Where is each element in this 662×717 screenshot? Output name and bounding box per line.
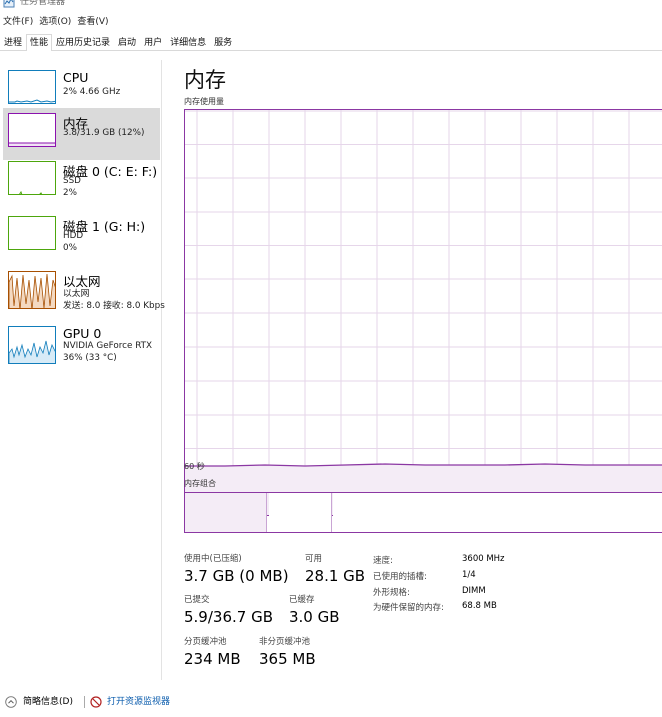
- memory-detail-panel: 内存 内存使用量 60 秒 内存组合 使用中(已压缩) 3.7 GB (0 MB…: [184, 60, 662, 680]
- sidebar-item-usage: 2%: [63, 188, 77, 198]
- form-factor-value: DIMM: [462, 586, 486, 596]
- sidebar-item-disk-1[interactable]: 磁盘 1 (G: H:) HDD 0%: [3, 211, 160, 263]
- menu-options[interactable]: 选项(O): [36, 14, 74, 30]
- tab-services[interactable]: 服务: [210, 34, 236, 50]
- cpu-thumbnail-graph: [8, 70, 56, 104]
- sidebar-item-gpu-0[interactable]: GPU 0 NVIDIA GeForce RTX 36% (33 °C): [3, 321, 160, 373]
- tab-bar: 进程 性能 应用历史记录 启动 用户 详细信息 服务: [0, 34, 662, 51]
- footer-bar: 简略信息(D) 打开资源监视器: [0, 693, 662, 713]
- hardware-reserved-value: 68.8 MB: [462, 601, 497, 611]
- committed-label: 已提交: [184, 595, 210, 605]
- sidebar-item-detail: 2% 4.66 GHz: [63, 87, 121, 97]
- resource-monitor-icon: [90, 696, 102, 708]
- sidebar-item-throughput: 发送: 8.0 接收: 8.0 Kbps: [63, 301, 165, 311]
- sidebar-item-ethernet[interactable]: 以太网 以太网 发送: 8.0 接收: 8.0 Kbps: [3, 266, 165, 318]
- in-use-label: 使用中(已压缩): [184, 554, 242, 564]
- fewer-details-button[interactable]: 简略信息(D): [23, 696, 73, 708]
- menu-file[interactable]: 文件(F): [0, 14, 36, 30]
- sidebar-item-detail: HDD: [63, 231, 84, 241]
- menu-view[interactable]: 查看(V): [74, 14, 111, 30]
- sidebar-item-memory[interactable]: 内存 3.8/31.9 GB (12%): [3, 108, 160, 160]
- committed-value: 5.9/36.7 GB: [184, 608, 273, 626]
- time-span-label: 60 秒: [184, 462, 205, 471]
- tab-users[interactable]: 用户: [140, 34, 166, 50]
- page-title: 内存: [184, 68, 226, 92]
- disk1-thumbnail-graph: [8, 216, 56, 250]
- memory-usage-label: 内存使用量: [184, 97, 224, 106]
- paged-pool-value: 234 MB: [184, 650, 241, 668]
- tab-details[interactable]: 详细信息: [166, 34, 210, 50]
- tab-app-history[interactable]: 应用历史记录: [52, 34, 114, 50]
- disk0-thumbnail-graph: [8, 161, 56, 195]
- open-resource-monitor-link[interactable]: 打开资源监视器: [107, 696, 170, 708]
- task-manager-icon: [3, 0, 15, 8]
- sidebar-item-detail: 3.8/31.9 GB (12%): [63, 128, 145, 138]
- speed-value: 3600 MHz: [462, 554, 505, 564]
- form-factor-label: 外形规格:: [373, 588, 410, 598]
- slots-label: 已使用的插槽:: [373, 572, 427, 582]
- cached-value: 3.0 GB: [289, 608, 340, 626]
- sidebar-item-detail: SSD: [63, 176, 81, 186]
- sidebar-item-usage: 36% (33 °C): [63, 353, 117, 363]
- sidebar-item-name: CPU: [63, 70, 89, 85]
- memory-composition-label: 内存组合: [184, 479, 216, 488]
- tab-processes[interactable]: 进程: [0, 34, 26, 50]
- speed-label: 速度:: [373, 556, 393, 566]
- available-value: 28.1 GB: [305, 567, 366, 585]
- sidebar-item-disk-0[interactable]: 磁盘 0 (C: E: F:) SSD 2%: [3, 156, 160, 208]
- window-title: 任务管理器: [20, 0, 66, 7]
- available-label: 可用: [305, 554, 323, 564]
- slots-value: 1/4: [462, 570, 476, 580]
- gpu-thumbnail-graph: [8, 326, 56, 364]
- nonpaged-pool-label: 非分页缓冲池: [259, 637, 311, 647]
- in-use-segment[interactable]: [185, 493, 267, 532]
- modified-segment[interactable]: [269, 493, 332, 532]
- sidebar-item-name: GPU 0: [63, 326, 102, 341]
- sidebar-item-detail: NVIDIA GeForce RTX: [63, 341, 153, 351]
- performance-sidebar: CPU 2% 4.66 GHz 内存 3.8/31.9 GB (12%) 磁盘 …: [0, 60, 165, 680]
- cached-label: 已缓存: [289, 595, 315, 605]
- footer-divider: [84, 696, 85, 708]
- hardware-reserved-label: 为硬件保留的内存:: [373, 603, 444, 613]
- tab-startup[interactable]: 启动: [114, 34, 140, 50]
- in-use-value: 3.7 GB (0 MB): [184, 567, 289, 585]
- tab-performance[interactable]: 性能: [26, 34, 53, 51]
- memory-composition-bar: [184, 492, 662, 533]
- memory-thumbnail-graph: [8, 113, 56, 147]
- standby-segment[interactable]: [333, 493, 662, 532]
- sidebar-item-usage: 0%: [63, 243, 77, 253]
- ethernet-thumbnail-graph: [8, 271, 56, 309]
- memory-usage-graph: [184, 109, 662, 516]
- title-bar: 任务管理器: [0, 0, 662, 12]
- chevron-up-icon[interactable]: [5, 696, 17, 708]
- paged-pool-label: 分页缓冲池: [184, 637, 227, 647]
- nonpaged-pool-value: 365 MB: [259, 650, 316, 668]
- menu-bar: 文件(F) 选项(O) 查看(V): [0, 14, 112, 30]
